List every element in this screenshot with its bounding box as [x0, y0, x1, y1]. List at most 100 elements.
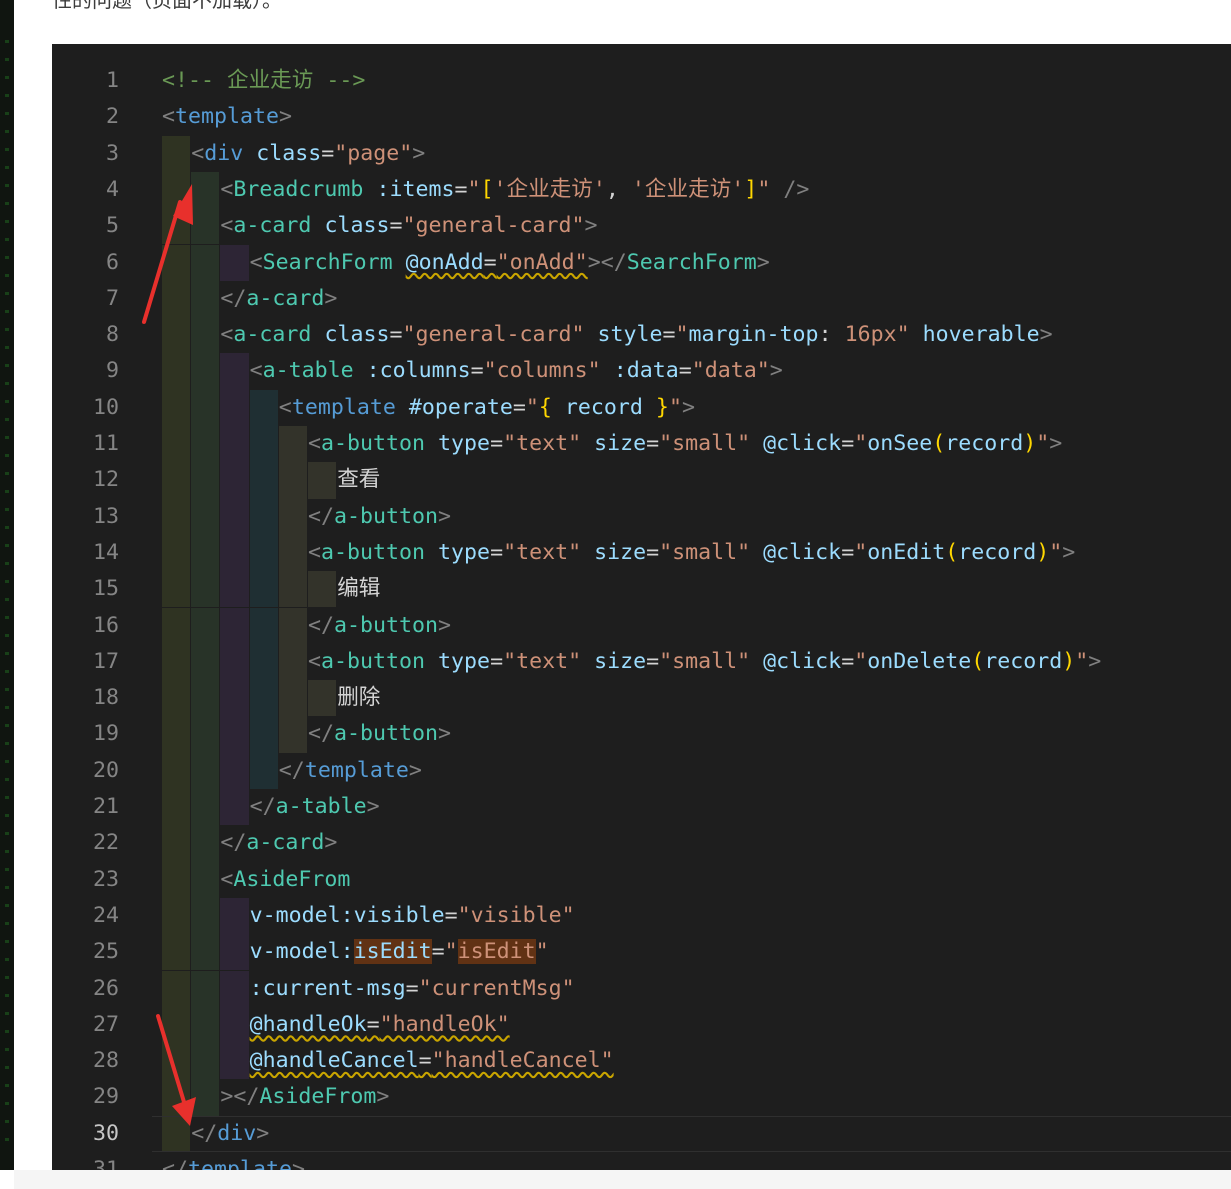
code-line[interactable]: 28 @handleCancel="handleCancel"	[52, 1043, 1231, 1079]
code-token: ]	[744, 176, 758, 202]
code-token: @onAdd	[405, 249, 484, 275]
line-number: 9	[105, 358, 119, 384]
line-content: </template>	[162, 1152, 305, 1171]
code-token: AsideFrom	[233, 866, 351, 892]
code-line[interactable]: 14 <a-button type="text" size="small" @cl…	[52, 535, 1231, 571]
code-token: isEdit	[457, 939, 536, 965]
code-line[interactable]: 23 <AsideFrom	[52, 862, 1231, 898]
code-token: onSee	[867, 431, 933, 456]
code-token: @click	[763, 431, 842, 456]
code-token: record	[945, 431, 1024, 456]
code-token: onDelete	[867, 648, 972, 674]
code-token: type	[438, 539, 491, 565]
code-line[interactable]: 22 </a-card>	[52, 825, 1231, 861]
code-token: template	[291, 394, 396, 420]
code-line[interactable]: 1 <!-- 企业走访 -->	[52, 63, 1231, 99]
code-token: a-button	[334, 612, 439, 638]
code-token: =	[841, 648, 855, 674]
code-token: template	[188, 1157, 293, 1171]
line-number: 12	[92, 467, 119, 493]
code-token: <	[249, 249, 263, 275]
code-token: "	[668, 394, 682, 420]
code-token: )	[1062, 648, 1076, 674]
code-line[interactable]: 4 <Breadcrumb :items="['企业走访', '企业走访']" /…	[52, 172, 1231, 208]
code-token: a-table	[262, 358, 354, 384]
code-token: ,	[605, 176, 632, 202]
code-token: >	[324, 830, 338, 856]
code-token: template	[175, 104, 280, 130]
code-line[interactable]: 12 查看	[52, 462, 1231, 498]
code-token: v-model:visible	[249, 902, 445, 928]
line-content: </a-button>	[308, 608, 451, 644]
code-token: "	[854, 431, 868, 456]
code-line[interactable]: 15 编辑	[52, 571, 1231, 607]
code-line[interactable]: 13 </a-button>	[52, 499, 1231, 535]
code-line[interactable]: 10 <template #operate="{ record }">	[52, 390, 1231, 426]
code-editor[interactable]: 1 <!-- 企业走访 --> 2 <template> 3 <div class="pa…	[52, 44, 1231, 1171]
code-line[interactable]: 21 </a-table>	[52, 789, 1231, 825]
code-token: </	[308, 503, 335, 529]
code-token: hoverable	[922, 322, 1040, 348]
code-token: "visible"	[457, 902, 575, 928]
code-line[interactable]: 7 </a-card>	[52, 281, 1231, 317]
code-token: =	[454, 176, 468, 202]
code-token: a-button	[321, 539, 426, 565]
line-content: 编辑	[337, 571, 380, 607]
line-content: v-model:isEdit="isEdit"	[250, 934, 549, 970]
code-token: >	[438, 721, 452, 747]
code-line[interactable]: 31 </template>	[52, 1152, 1231, 1171]
code-token: style	[597, 322, 663, 348]
code-line[interactable]: 27 @handleOk="handleOk"	[52, 1007, 1231, 1043]
code-line[interactable]: 11 <a-button type="text" size="small" @cl…	[52, 426, 1231, 462]
code-token: >	[408, 757, 422, 783]
code-token: "	[525, 394, 539, 420]
line-number: 13	[92, 503, 119, 529]
code-line[interactable]: 18 删除	[52, 680, 1231, 716]
code-line[interactable]: 26:current-msg="currentMsg"	[52, 971, 1231, 1007]
code-token: =	[444, 902, 458, 928]
code-token: a-card	[233, 322, 312, 348]
code-line[interactable]: 8 <a-card class="general-card" style="mar…	[52, 317, 1231, 353]
code-line[interactable]: 17 <a-button type="text" size="small" @cl…	[52, 644, 1231, 680]
code-line[interactable]: 24 v-model:visible="visible"	[52, 898, 1231, 934]
code-line[interactable]: 9 <a-table :columns="columns" :data="data…	[52, 353, 1231, 389]
code-token: "	[444, 939, 458, 965]
code-token: a-card	[246, 830, 325, 856]
code-token: >	[1062, 539, 1076, 565]
code-token: 编辑	[337, 576, 381, 602]
code-line[interactable]: 19 </a-button>	[52, 716, 1231, 752]
code-token: a-button	[321, 431, 426, 456]
code-line[interactable]: 6 <SearchForm @onAdd="onAdd"></SearchForm…	[52, 245, 1231, 281]
line-number: 23	[92, 866, 119, 892]
code-token: =	[678, 358, 692, 384]
code-token: :data	[613, 358, 679, 384]
line-number: 30	[92, 1120, 119, 1146]
code-token: "	[854, 648, 868, 674]
code-token: =	[490, 539, 504, 565]
code-token: >	[438, 503, 452, 529]
code-token: )	[1036, 539, 1050, 565]
code-token: @click	[763, 648, 842, 674]
code-line[interactable]: 2 <template>	[52, 99, 1231, 135]
line-number: 6	[105, 249, 119, 275]
code-token: ></	[220, 1084, 260, 1110]
code-token: :columns	[366, 358, 471, 384]
code-line[interactable]: 29 ></AsideFrom>	[52, 1079, 1231, 1115]
code-line[interactable]: 20 </template>	[52, 753, 1231, 789]
code-line[interactable]: 16 </a-button>	[52, 608, 1231, 644]
code-line[interactable]: 5 <a-card class="general-card">	[52, 208, 1231, 244]
code-line[interactable]: 3 <div class="page">	[52, 136, 1231, 172]
line-number: 16	[92, 612, 119, 638]
line-number: 19	[92, 721, 119, 747]
code-token: >	[438, 612, 452, 638]
code-token: "general-card"	[402, 322, 585, 348]
code-line[interactable]: 25 v-model:isEdit="isEdit"	[52, 934, 1231, 970]
code-token: "	[896, 322, 910, 348]
code-line[interactable]: 30 </div>	[52, 1116, 1231, 1152]
code-token: <	[308, 648, 322, 674]
